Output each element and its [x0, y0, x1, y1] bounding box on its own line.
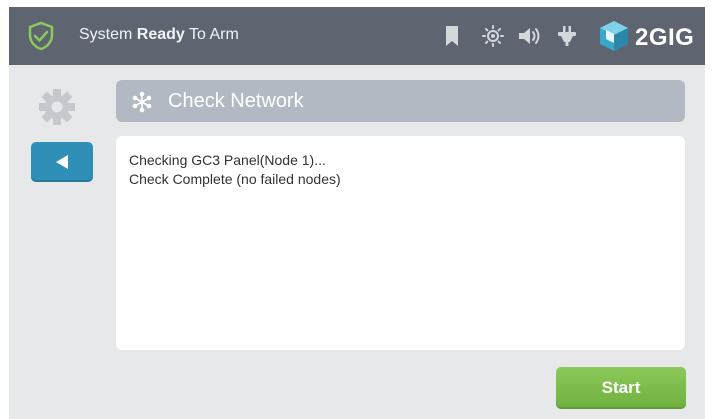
page-header: Check Network — [116, 80, 685, 122]
status-bold: Ready — [136, 26, 185, 43]
volume-icon[interactable] — [517, 25, 543, 47]
snowflake-network-icon — [132, 91, 152, 113]
start-button[interactable]: Start — [556, 367, 686, 409]
back-button[interactable] — [31, 142, 93, 182]
app-screen: System Ready To Arm 2GIG Check Network C… — [9, 7, 705, 419]
log-line: Checking GC3 Panel(Node 1)... — [129, 152, 326, 168]
status-suffix: To Arm — [184, 26, 239, 43]
power-plug-icon[interactable] — [557, 25, 577, 47]
system-status-text: System Ready To Arm — [79, 26, 239, 44]
brightness-icon[interactable] — [481, 25, 505, 47]
page-title: Check Network — [168, 90, 304, 112]
network-check-log: Checking GC3 Panel(Node 1)... Check Comp… — [116, 136, 685, 350]
log-line: Check Complete (no failed nodes) — [129, 171, 341, 187]
gear-icon[interactable] — [37, 87, 77, 127]
shield-check-icon[interactable] — [27, 21, 55, 51]
brand-logo: 2GIG — [597, 17, 697, 55]
status-bar: System Ready To Arm 2GIG — [9, 7, 705, 65]
cube-logo-icon — [600, 21, 628, 51]
back-arrow-icon — [56, 155, 68, 169]
status-prefix: System — [79, 26, 137, 43]
brand-name: 2GIG — [635, 24, 695, 51]
bookmark-icon[interactable] — [445, 25, 459, 47]
